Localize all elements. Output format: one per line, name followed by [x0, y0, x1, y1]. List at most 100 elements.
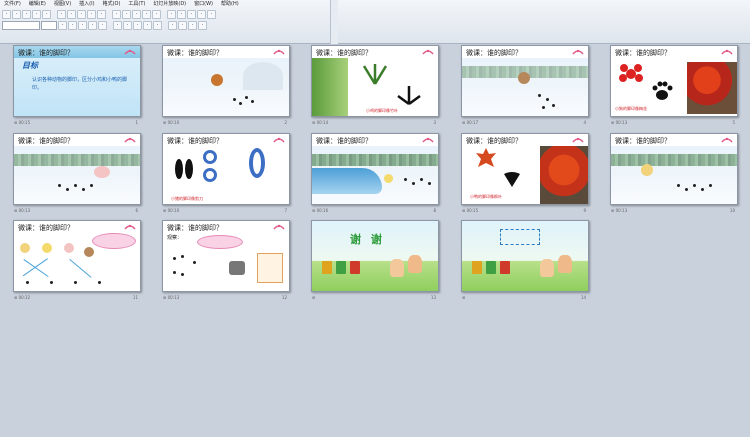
- numbering-icon[interactable]: ·: [143, 21, 152, 30]
- slide-thumbnail[interactable]: 微课：谁的脚印？ 小鸡的脚印像竹叶: [311, 45, 439, 117]
- slide-scene: [14, 233, 140, 291]
- permission-icon[interactable]: ·: [32, 10, 41, 19]
- new-slide-icon[interactable]: ·: [187, 10, 196, 19]
- design-icon[interactable]: ·: [188, 21, 197, 30]
- slide-caption: 小鸡的脚印像竹叶: [366, 108, 398, 113]
- decrease-font-icon[interactable]: ·: [168, 21, 177, 30]
- increase-font-icon[interactable]: ·: [153, 21, 162, 30]
- slide-thumbnail[interactable]: 微课：谁的脚印？: [311, 133, 439, 205]
- slide-title: 微课：谁的脚印？: [316, 49, 372, 57]
- slide-thumbnail[interactable]: 微课：谁的脚印？ 小猪的脚印像剪刀: [162, 133, 290, 205]
- speech-bubble: [92, 233, 136, 249]
- slide-title: 微课：谁的脚印？: [18, 137, 74, 145]
- new-slide-icon[interactable]: ·: [198, 21, 207, 30]
- align-left-icon[interactable]: ·: [98, 21, 107, 30]
- new-icon[interactable]: ·: [2, 10, 11, 19]
- bullets-icon[interactable]: ·: [133, 21, 142, 30]
- menu-item[interactable]: 格式(O): [99, 0, 125, 9]
- kid-image: [408, 255, 422, 273]
- slide-number: 3: [433, 120, 436, 125]
- copy-icon[interactable]: ·: [97, 10, 106, 19]
- hyperlink-icon[interactable]: ·: [152, 10, 161, 19]
- underline-icon[interactable]: ·: [78, 21, 87, 30]
- format-painter-icon[interactable]: ·: [122, 10, 131, 19]
- cut-icon[interactable]: ·: [87, 10, 96, 19]
- dog-image: [229, 261, 245, 275]
- menu-item[interactable]: 帮助(H): [217, 0, 243, 9]
- slide-thumbnail[interactable]: 微课：谁的脚印？ 目标 认识各种动物的脚印，区分小鸡和小鸭的脚印。: [13, 45, 141, 117]
- transition-icon: ⊞: [312, 295, 316, 300]
- thanks-text: 谢 谢: [350, 233, 385, 246]
- slide-number: 1: [135, 120, 138, 125]
- brand-logo-icon: [572, 137, 584, 143]
- slide-number: 5: [732, 120, 735, 125]
- redo-icon[interactable]: ·: [142, 10, 151, 19]
- slide-thumbnail[interactable]: 微课：谁的脚印？ 观察：: [162, 220, 290, 292]
- menu-item[interactable]: 视图(V): [50, 0, 75, 9]
- slide-scene: 小鸡的脚印像竹叶: [312, 58, 438, 116]
- menu-item[interactable]: 编辑(E): [25, 0, 50, 9]
- brand-logo-icon: [273, 137, 285, 143]
- slide-scene: [462, 58, 588, 116]
- slide-thumbnail[interactable]: 微课：谁的脚印？ 小狗的脚印像梅花: [610, 45, 738, 117]
- slide-scene: [611, 146, 737, 204]
- slide-thumbnail[interactable]: 微课：谁的脚印？ 小鸭的脚印像枫叶: [461, 133, 589, 205]
- menu-item[interactable]: 工具(T): [124, 0, 149, 9]
- slide-scene: 谢 谢: [312, 221, 438, 291]
- table-icon[interactable]: ·: [167, 10, 176, 19]
- zoom-icon[interactable]: ·: [197, 10, 206, 19]
- italic-icon[interactable]: ·: [68, 21, 77, 30]
- help-icon[interactable]: ·: [207, 10, 216, 19]
- slide-meta: ⊞ 00:10 2: [162, 119, 290, 127]
- font-color-icon[interactable]: ·: [178, 21, 187, 30]
- undo-icon[interactable]: ·: [132, 10, 141, 19]
- preview-icon[interactable]: ·: [67, 10, 76, 19]
- slide-thumbnail[interactable]: 微课：谁的脚印？: [610, 133, 738, 205]
- slide-title: 微课：谁的脚印？: [316, 137, 372, 145]
- slide-number: 14: [580, 295, 586, 300]
- center-icon[interactable]: ·: [113, 21, 122, 30]
- slide-title: 微课：谁的脚印？: [615, 137, 671, 145]
- toolbar-area: 文件(F) 编辑(E) 视图(V) 插入(I) 格式(O) 工具(T) 幻灯片放映(D) 窗口…: [0, 0, 750, 44]
- slide-number: 12: [281, 295, 287, 300]
- slide-thumbnail[interactable]: 谢 谢: [311, 220, 439, 292]
- slide-title: 微课：谁的脚印？: [18, 49, 74, 57]
- slide-thumbnail[interactable]: 微课：谁的脚印？: [13, 133, 141, 205]
- transition-icon: ⊞: [462, 295, 466, 300]
- bold-icon[interactable]: ·: [58, 21, 67, 30]
- brand-logo-icon: [721, 49, 733, 55]
- slide-thumbnail[interactable]: 微课：谁的脚印？: [13, 220, 141, 292]
- menu-item[interactable]: 幻灯片放映(D): [149, 0, 190, 9]
- puppy-image: [518, 72, 530, 84]
- shadow-icon[interactable]: ·: [88, 21, 97, 30]
- slide-scene: [163, 58, 289, 116]
- menu-item[interactable]: 窗口(W): [190, 0, 217, 9]
- save-icon[interactable]: ·: [22, 10, 31, 19]
- paste-icon[interactable]: ·: [112, 10, 121, 19]
- align-right-icon[interactable]: ·: [123, 21, 132, 30]
- brand-logo-icon: [273, 49, 285, 55]
- slide-thumbnail[interactable]: 微课：谁的脚印？: [461, 45, 589, 117]
- brand-logo-icon: [124, 137, 136, 143]
- slide-number: 11: [132, 295, 138, 300]
- open-icon[interactable]: ·: [12, 10, 21, 19]
- slide-scene: [14, 146, 140, 204]
- slide-thumbnail[interactable]: [461, 220, 589, 292]
- email-icon[interactable]: ·: [42, 10, 51, 19]
- chart-icon[interactable]: ·: [177, 10, 186, 19]
- transition-icon: ⊞ 00:17: [462, 120, 479, 125]
- menu-item[interactable]: 文件(F): [0, 0, 25, 9]
- font-select[interactable]: [2, 21, 40, 30]
- font-size-select[interactable]: [41, 21, 57, 30]
- menu-item[interactable]: 插入(I): [75, 0, 98, 9]
- spell-icon[interactable]: ·: [77, 10, 86, 19]
- bamboo-image: [312, 58, 348, 116]
- print-icon[interactable]: ·: [57, 10, 66, 19]
- slide-meta: ⊞ 00:14 3: [311, 119, 439, 127]
- kid-image: [390, 259, 404, 277]
- transition-icon: ⊞ 00:10: [163, 120, 180, 125]
- plum-blossom-icon: [619, 64, 643, 82]
- slide-thumbnail[interactable]: 微课：谁的脚印？: [162, 45, 290, 117]
- slide-sorter: 微课：谁的脚印？ 目标 认识各种动物的脚印，区分小鸡和小鸭的脚印。 ⊞ 00:1…: [0, 44, 750, 437]
- toolbar-grip[interactable]: [330, 0, 338, 44]
